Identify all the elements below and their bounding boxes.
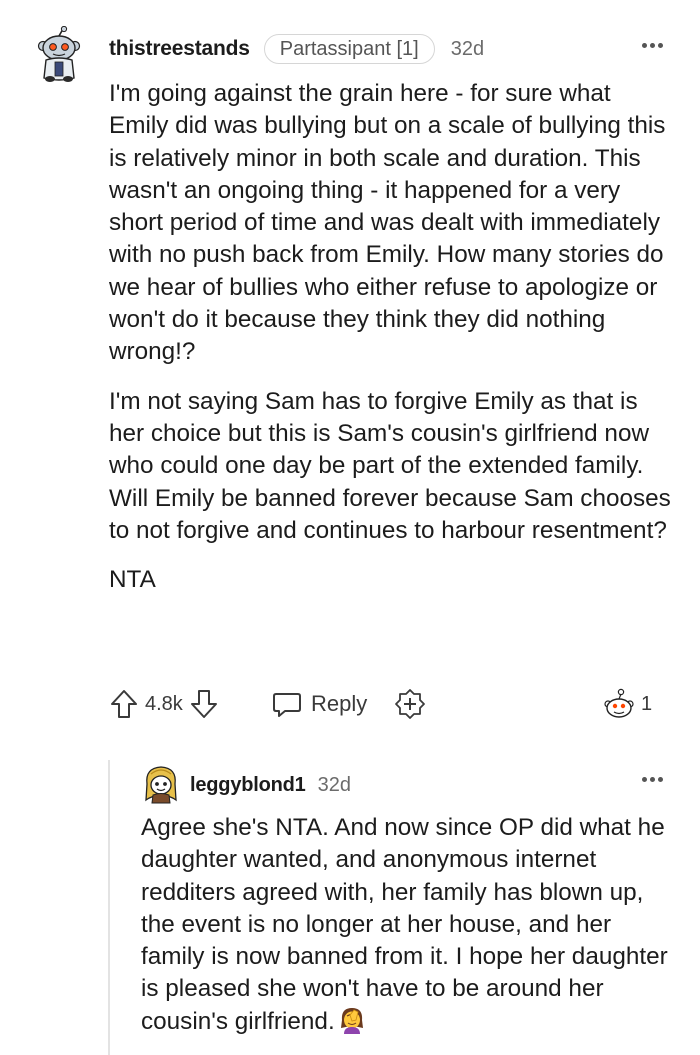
vote-group: 4.8k (109, 684, 219, 724)
more-options-icon[interactable] (640, 772, 666, 788)
more-options-icon[interactable] (640, 38, 666, 54)
snoo-award-icon (601, 687, 637, 721)
vote-count: 4.8k (145, 692, 183, 715)
reply-username[interactable]: leggyblond1 (190, 774, 306, 797)
speech-bubble-icon (271, 688, 303, 720)
comment-paragraph: NTA (109, 566, 156, 594)
reply-header: leggyblond1 32d (190, 770, 351, 800)
woman-facepalming-emoji (339, 1006, 365, 1034)
comment-paragraph: I'm not saying Sam has to forgive Emily … (109, 387, 671, 544)
reply-label: Reply (311, 691, 368, 716)
downvote-arrow-icon[interactable] (189, 688, 219, 720)
comment-body: I'm going against the grain here - for s… (109, 78, 674, 613)
comment-paragraph: I'm going against the grain here - for s… (109, 80, 666, 366)
reply-paragraph: Agree she's NTA. And now since OP did wh… (141, 812, 681, 1038)
reply-body: Agree she's NTA. And now since OP did wh… (141, 812, 681, 1038)
comment-age: 32d (450, 37, 485, 60)
comment-header: thistreestands Partassipant [1] 32d (109, 32, 484, 66)
reply-button[interactable]: Reply (271, 684, 367, 724)
comment-username[interactable]: thistreestands (109, 37, 250, 61)
award-count: 1 (641, 692, 653, 715)
upvote-arrow-icon[interactable] (109, 688, 139, 720)
user-avatar[interactable] (34, 25, 84, 84)
reply-age: 32d (317, 773, 351, 796)
reply-text: Agree she's NTA. And now since OP did wh… (141, 814, 668, 1035)
add-award-icon[interactable] (393, 684, 427, 724)
thread-line[interactable] (108, 760, 110, 1055)
comment-actions: 4.8k Reply 1 (109, 684, 669, 724)
user-flair: Partassipant [1] (263, 34, 435, 64)
reply-avatar[interactable] (143, 764, 179, 804)
award-display[interactable]: 1 (601, 684, 652, 724)
comment-thread: thistreestands Partassipant [1] 32d I'm … (0, 0, 700, 1055)
